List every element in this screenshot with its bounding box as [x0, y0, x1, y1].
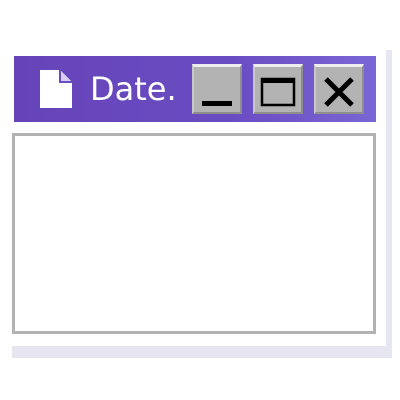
minimize-button[interactable] [192, 64, 242, 114]
screen: Date. [0, 0, 400, 400]
minimize-icon [202, 101, 232, 106]
title-bar[interactable]: Date. [14, 56, 376, 122]
document-icon [38, 70, 72, 108]
window-title: Date. [90, 70, 177, 108]
maximize-button[interactable] [253, 64, 303, 114]
close-icon [324, 77, 354, 107]
close-button[interactable] [314, 64, 364, 114]
app-window: Date. [12, 56, 376, 334]
window-content[interactable] [12, 133, 376, 334]
maximize-icon [260, 77, 296, 107]
